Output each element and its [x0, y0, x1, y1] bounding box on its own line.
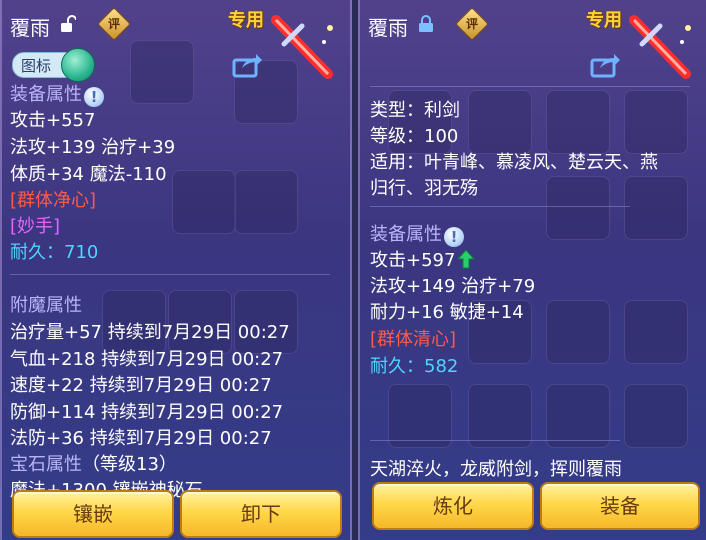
- refine-button[interactable]: 炼化: [372, 482, 534, 530]
- special-skill: [妙手]: [10, 216, 61, 237]
- exclusive-label: 专用: [586, 10, 622, 31]
- type-line: 类型：利剑: [370, 100, 460, 121]
- equip-attr-heading: 装备属性!: [370, 220, 464, 247]
- special-effect: [群体清心]: [370, 329, 457, 350]
- stat-line: 体质+34 魔法-110: [10, 164, 167, 185]
- info-icon[interactable]: !: [84, 87, 104, 107]
- durability: 耐久：582: [370, 356, 459, 377]
- enchant-line: 气血+218 持续到7月29日 00:27: [10, 349, 284, 370]
- icon-toggle-label: 图标: [21, 57, 52, 75]
- gem-heading: 宝石属性（等级13）: [10, 454, 177, 475]
- applicable-line: 适用：叶青峰、慕凌风、楚云天、燕: [370, 152, 658, 173]
- durability: 耐久：710: [10, 242, 99, 263]
- evaluate-icon[interactable]: 评: [97, 7, 131, 41]
- unlock-icon[interactable]: [60, 15, 76, 33]
- equipped-item-panel: 覆雨 评 专用 图标 装备属性! 攻击+557 法攻+139 治疗+39 体质+…: [0, 0, 352, 540]
- applicable-line: 归行、羽无殇: [370, 178, 478, 199]
- stat-line: 法攻+139 治疗+39: [10, 137, 176, 158]
- stat-line: 法攻+149 治疗+79: [370, 276, 536, 297]
- item-description: 天湖淬火，龙威附剑，挥则覆雨: [370, 459, 622, 480]
- icon-toggle[interactable]: 图标: [12, 48, 95, 82]
- lock-icon[interactable]: [418, 15, 434, 33]
- sword-icon: [629, 15, 691, 79]
- share-icon[interactable]: [232, 52, 262, 78]
- info-icon[interactable]: !: [444, 227, 464, 247]
- stat-line: 攻击+557: [10, 110, 96, 131]
- enchant-line: 治疗量+57 持续到7月29日 00:27: [10, 322, 290, 343]
- stat-up-arrow-icon: [457, 249, 476, 269]
- enchant-line: 法防+36 持续到7月29日 00:27: [10, 428, 272, 449]
- enchant-line: 速度+22 持续到7月29日 00:27: [10, 375, 272, 396]
- equip-attr-heading: 装备属性!: [10, 80, 104, 107]
- exclusive-label: 专用: [228, 10, 264, 31]
- unequip-button[interactable]: 卸下: [180, 490, 342, 538]
- divider: [370, 86, 690, 87]
- divider: [370, 440, 620, 441]
- enchant-heading: 附魔属性: [10, 295, 82, 316]
- level-line: 等级：100: [370, 126, 459, 147]
- share-icon[interactable]: [590, 52, 620, 78]
- item-title: 覆雨: [368, 16, 408, 40]
- evaluate-icon[interactable]: 评: [455, 7, 489, 41]
- toggle-knob: [61, 48, 95, 82]
- special-effect: [群体净心]: [10, 190, 97, 211]
- compare-item-panel: 覆雨 评 专用 类型：利剑 等级：100 适用：叶青峰、慕凌风、楚云天、燕 归行…: [358, 0, 706, 540]
- inlay-button[interactable]: 镶嵌: [12, 490, 174, 538]
- divider: [370, 206, 630, 207]
- equip-button[interactable]: 装备: [540, 482, 700, 530]
- stat-line: 耐力+16 敏捷+14: [370, 302, 524, 323]
- attack-line: 攻击+597: [370, 246, 476, 272]
- item-title: 覆雨: [10, 16, 50, 40]
- divider: [10, 274, 330, 275]
- enchant-line: 防御+114 持续到7月29日 00:27: [10, 402, 284, 423]
- sword-icon: [271, 15, 333, 79]
